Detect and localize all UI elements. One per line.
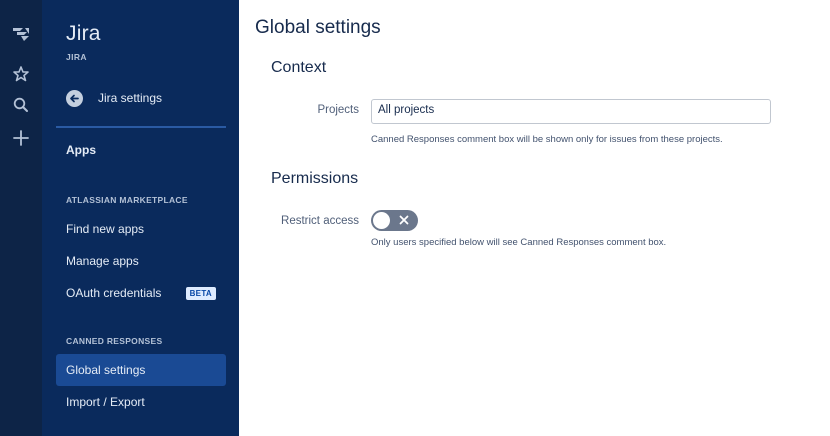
page-title: Global settings — [255, 17, 381, 38]
back-to-jira-settings[interactable]: Jira settings — [66, 88, 162, 108]
arrow-left-icon — [66, 89, 83, 107]
section-heading-marketplace: ATLASSIAN MARKETPLACE — [66, 195, 188, 205]
search-icon[interactable] — [7, 91, 35, 119]
restrict-access-label: Restrict access — [281, 215, 359, 227]
section-heading-canned-responses: CANNED RESPONSES — [66, 336, 163, 346]
beta-badge: BETA — [185, 286, 216, 300]
sidebar-item-label: Manage apps — [66, 254, 139, 268]
star-icon[interactable] — [7, 60, 35, 88]
sidebar-item-global-settings[interactable]: Global settings — [56, 354, 226, 386]
sidebar-item-label: Find new apps — [66, 222, 145, 236]
jira-logo-icon[interactable] — [7, 21, 35, 49]
close-icon — [397, 213, 411, 227]
sidebar-item-label: Apps — [66, 143, 96, 157]
sidebar-item-manage-apps[interactable]: Manage apps — [56, 245, 226, 277]
restrict-access-help-text: Only users specified below will see Cann… — [371, 237, 667, 248]
main-content: Global settings Context Projects All pro… — [239, 0, 830, 436]
sidebar-item-import-export[interactable]: Import / Export — [56, 386, 226, 418]
sidebar-item-label: Import / Export — [66, 395, 145, 409]
sidebar-item-apps[interactable]: Apps — [56, 134, 226, 166]
settings-sidebar: Jira JIRA Jira settings Apps ATLASSIAN M… — [42, 0, 239, 436]
back-label: Jira settings — [98, 91, 163, 105]
projects-label: Projects — [317, 104, 359, 116]
plus-icon[interactable] — [7, 124, 35, 152]
sidebar-item-find-new-apps[interactable]: Find new apps — [56, 213, 226, 245]
context-heading: Context — [271, 59, 327, 76]
restrict-access-toggle[interactable] — [371, 210, 418, 231]
permissions-heading: Permissions — [271, 170, 359, 187]
sidebar-item-label: OAuth credentials — [66, 286, 162, 300]
projects-select[interactable]: All projects — [371, 99, 771, 124]
app-title: Jira — [66, 22, 101, 45]
sidebar-item-oauth-credentials[interactable]: OAuth credentials BETA — [56, 277, 226, 309]
toggle-knob — [373, 212, 390, 229]
projects-help-text: Canned Responses comment box will be sho… — [371, 134, 723, 145]
app-root: Jira JIRA Jira settings Apps ATLASSIAN M… — [0, 0, 830, 436]
app-subtitle: JIRA — [66, 52, 87, 62]
global-nav-rail — [0, 0, 42, 436]
sidebar-item-label: Global settings — [66, 363, 146, 377]
sidebar-divider — [56, 126, 226, 128]
